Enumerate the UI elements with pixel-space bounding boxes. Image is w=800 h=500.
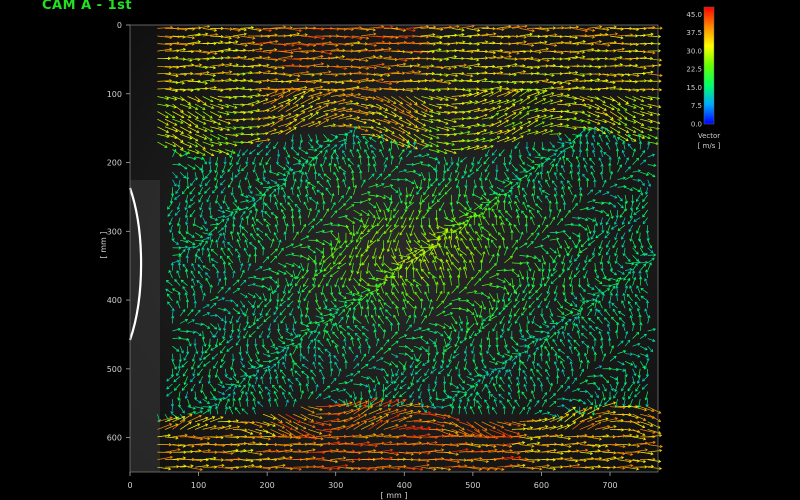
x-axis-label: [ mm ] bbox=[381, 491, 408, 500]
colorbar-tick-label: 7.5 bbox=[691, 102, 702, 110]
y-tick-label: 500 bbox=[107, 365, 122, 374]
x-axis: 0 100 200 300 400 500 600 700 bbox=[127, 472, 618, 490]
y-tick-label: 200 bbox=[107, 159, 122, 168]
x-tick-label: 100 bbox=[191, 481, 206, 490]
y-tick-label: 400 bbox=[107, 296, 122, 305]
x-tick-label: 500 bbox=[465, 481, 480, 490]
x-tick-label: 400 bbox=[397, 481, 412, 490]
x-tick-label: 200 bbox=[260, 481, 275, 490]
vector-field-chart: 0 100 200 300 400 500 600 700 0 100 200 300 400 500 6… bbox=[99, 6, 721, 500]
y-axis-label: [ mm ] bbox=[99, 232, 108, 259]
y-tick-label: 300 bbox=[107, 227, 122, 236]
colorbar: 0.0 7.5 15.0 22.5 30.0 37.5 45.0 Vector [ m/s … bbox=[686, 6, 721, 150]
colorbar-tick-label: 0.0 bbox=[691, 121, 702, 129]
colorbar-tick-label: 30.0 bbox=[686, 47, 702, 55]
colorbar-label-line2: [ m/s ] bbox=[698, 142, 721, 150]
colorbar-label-line1: Vector bbox=[698, 132, 720, 140]
colorbar-gradient bbox=[703, 6, 715, 125]
colorbar-ticks: 0.0 7.5 15.0 22.5 30.0 37.5 45.0 bbox=[686, 11, 702, 129]
y-tick-label: 0 bbox=[117, 21, 122, 30]
x-tick-label: 600 bbox=[534, 481, 549, 490]
x-tick-label: 700 bbox=[602, 481, 617, 490]
x-tick-label: 0 bbox=[127, 481, 132, 490]
colorbar-tick-label: 45.0 bbox=[686, 11, 702, 19]
y-tick-label: 600 bbox=[107, 434, 122, 443]
plot-background bbox=[130, 25, 658, 472]
y-tick-label: 100 bbox=[107, 90, 122, 99]
colorbar-tick-label: 22.5 bbox=[686, 66, 702, 74]
colorbar-tick-label: 37.5 bbox=[686, 29, 702, 37]
colorbar-tick-label: 15.0 bbox=[686, 84, 702, 92]
x-tick-label: 300 bbox=[328, 481, 343, 490]
y-axis: 0 100 200 300 400 500 600 bbox=[107, 21, 130, 443]
